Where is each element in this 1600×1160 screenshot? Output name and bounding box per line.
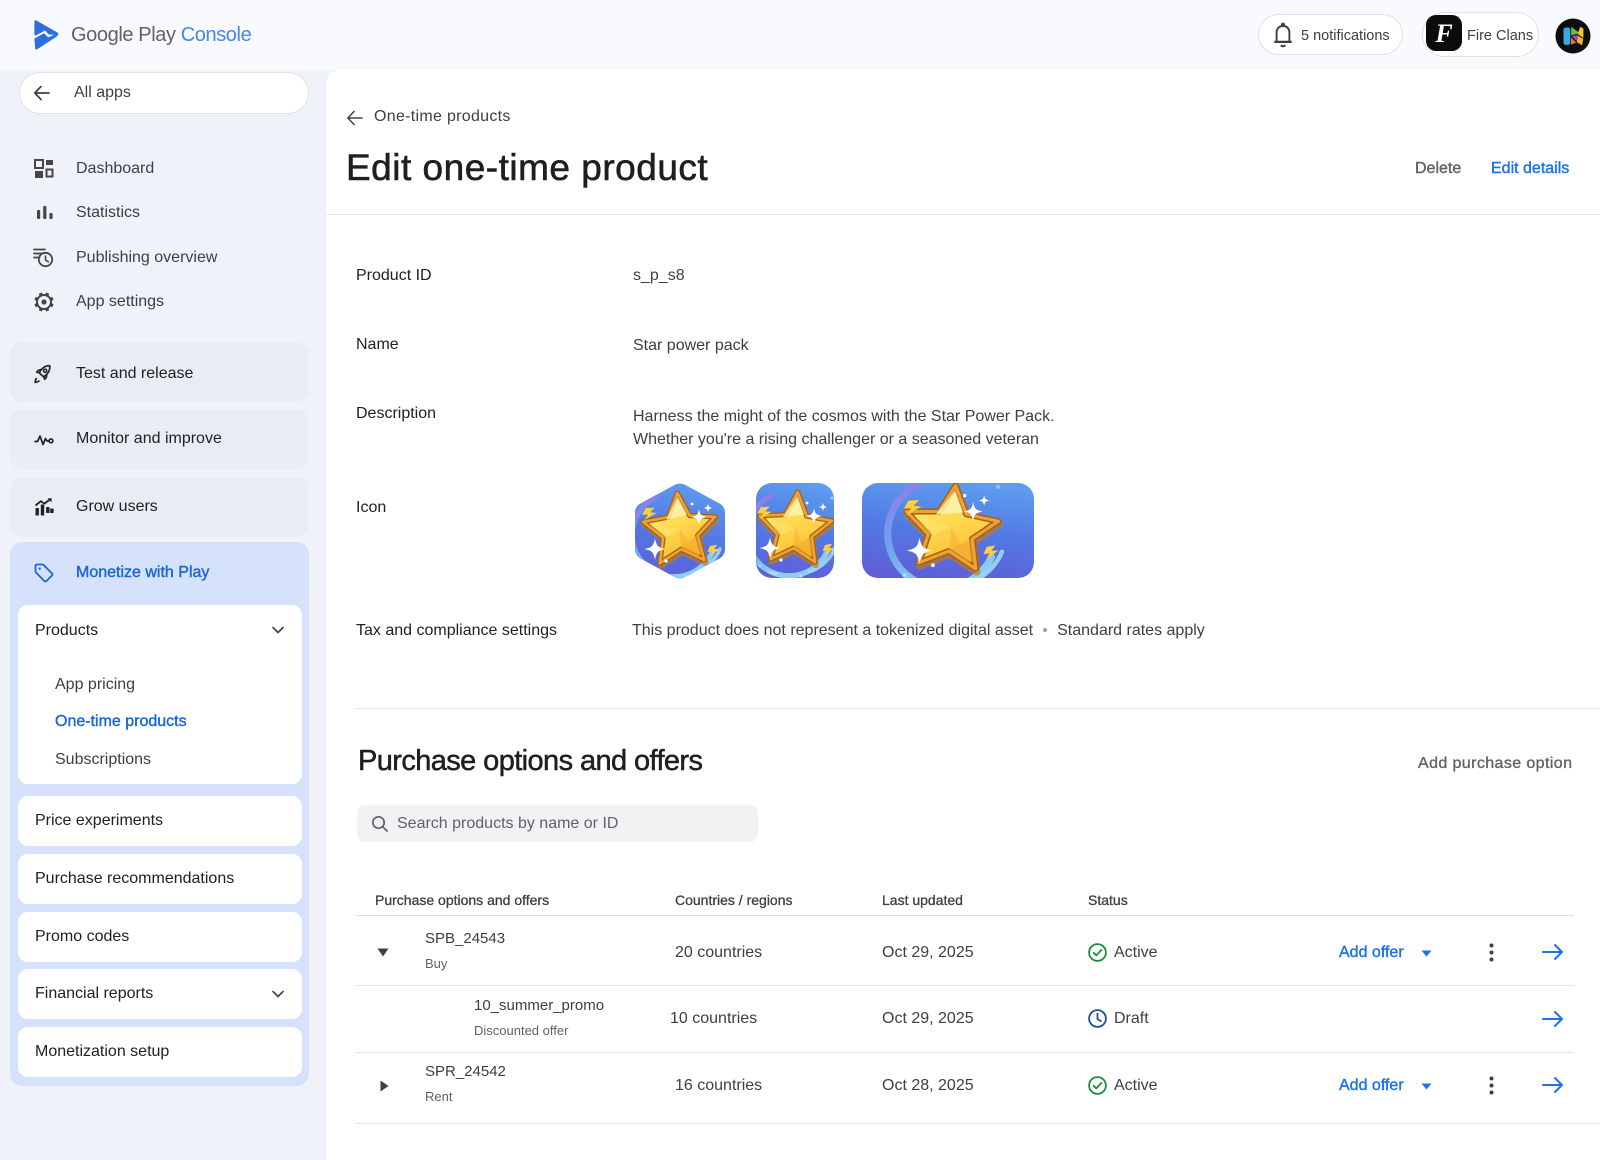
svg-text:F: F <box>1434 19 1452 48</box>
